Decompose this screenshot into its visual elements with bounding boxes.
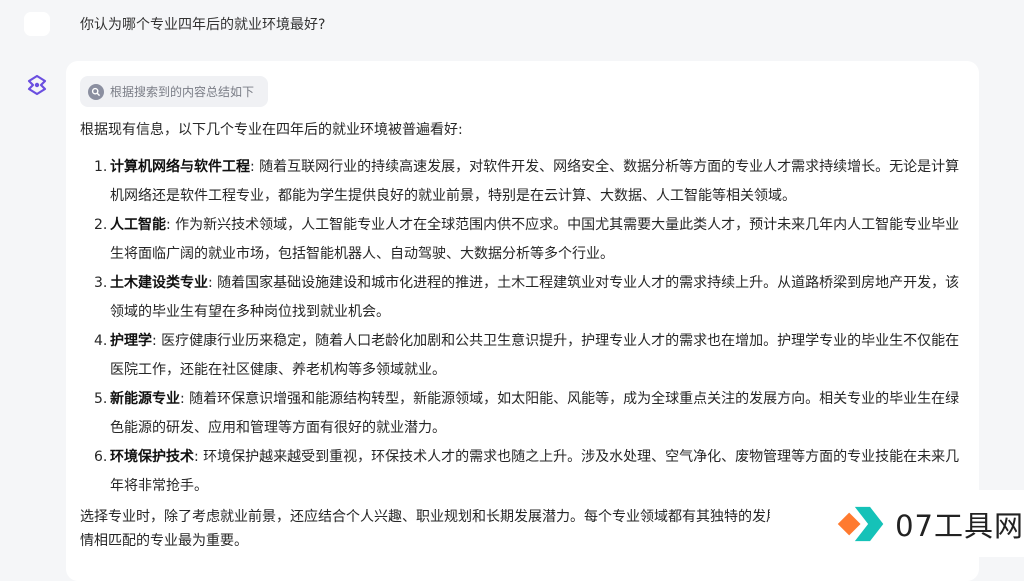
search-source-icon <box>88 83 104 100</box>
list-item-text: : 医疗健康行业历来稳定，随着人口老龄化加剧和公共卫生意识提升，护理专业人才的需… <box>110 333 960 378</box>
list-item: 5. 新能源专业: 随着环保意识增强和能源结构转型，新能源领域，如太阳能、风能等… <box>80 385 960 443</box>
list-item-number: 1. <box>94 159 108 175</box>
list-item-title: 土木建设类专业 <box>110 275 208 291</box>
list-item: 2. 人工智能: 作为新兴技术领域，人工智能专业人才在全球范围内供不应求。中国尤… <box>80 211 960 269</box>
list-item-title: 新能源专业 <box>110 391 180 407</box>
list-item-text: : 作为新兴技术领域，人工智能专业人才在全球范围内供不应求。中国尤其需要大量此类… <box>110 217 960 262</box>
list-item-number: 6. <box>94 449 108 465</box>
answer-intro: 根据现有信息，以下几个专业在四年后的就业环境被普遍看好: <box>80 122 463 138</box>
list-item-text: : 随着环保意识增强和能源结构转型，新能源领域，如太阳能、风能等，成为全球重点关… <box>110 391 960 436</box>
list-item-number: 5. <box>94 391 108 407</box>
list-item: 4. 护理学: 医疗健康行业历来稳定，随着人口老龄化加剧和公共卫生意识提升，护理… <box>80 327 960 385</box>
list-item-title: 环境保护技术 <box>110 449 194 465</box>
list-item-text: : 环境保护越来越受到重视，环保技术人才的需求也随之上升。涉及水处理、空气净化、… <box>110 449 960 494</box>
list-item: 1. 计算机网络与软件工程: 随着互联网行业的持续高速发展，对软件开发、网络安全… <box>80 153 960 211</box>
user-message-row: 你认为哪个专业四年后的就业环境最好? <box>0 0 1024 50</box>
list-item-text: : 随着国家基础设施建设和城市化进程的推进，土木工程建筑业对专业人才的需求持续上… <box>110 275 960 320</box>
list-item-title: 护理学 <box>110 333 152 349</box>
list-item-number: 2. <box>94 217 108 233</box>
site-watermark: 07工具网 <box>770 490 1024 557</box>
search-summary-label: 根据搜索到的内容总结如下 <box>110 85 255 99</box>
ai-assistant-logo-icon <box>26 74 48 96</box>
list-item-number: 3. <box>94 275 108 291</box>
user-question-text: 你认为哪个专业四年后的就业环境最好? <box>80 17 326 33</box>
list-item-title: 人工智能 <box>110 217 166 233</box>
watermark-logo-icon <box>837 506 884 541</box>
list-item-number: 4. <box>94 333 108 349</box>
list-item: 3. 土木建设类专业: 随着国家基础设施建设和城市化进程的推进，土木工程建筑业对… <box>80 269 960 327</box>
watermark-text: 07工具网 <box>895 508 1024 543</box>
user-avatar <box>24 12 50 36</box>
list-item-title: 计算机网络与软件工程 <box>110 159 250 175</box>
search-summary-chip[interactable]: 根据搜索到的内容总结如下 <box>80 76 269 107</box>
